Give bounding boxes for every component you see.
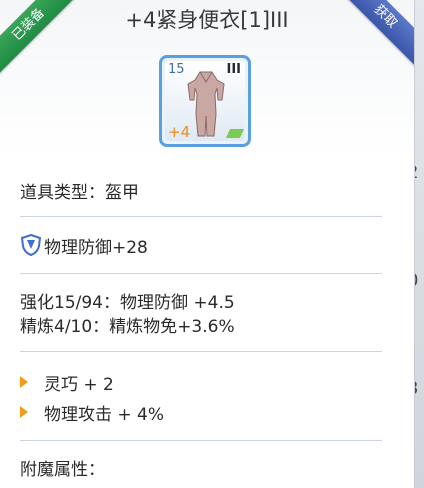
item-slots: III xyxy=(226,62,241,77)
bonus-text: 物理攻击 + 4% xyxy=(44,404,165,425)
item-header: 已装备 获取 +4紧身便衣[1]III 15 III +4 xyxy=(0,0,414,158)
defense-value: 物理防御+28 xyxy=(44,237,148,258)
item-title: +4紧身便衣[1]III xyxy=(125,8,289,32)
item-refine-level: +4 xyxy=(168,123,191,141)
enchant-label: 附魔属性： xyxy=(20,460,105,480)
divider xyxy=(20,440,382,441)
item-icon-slot[interactable]: 15 III +4 xyxy=(159,55,251,147)
bonus-item: 物理攻击 + 4% xyxy=(20,400,384,425)
enhance-section: 强化15/94：物理防御 +4.5 精炼4/10：精炼物免+3.6% xyxy=(20,288,384,337)
bullet-arrow-icon xyxy=(20,406,28,418)
shield-icon xyxy=(20,234,42,256)
item-detail-panel: 已装备 获取 +4紧身便衣[1]III 15 III +4 道具类型：盔甲 物理… xyxy=(0,0,415,488)
divider xyxy=(20,216,382,217)
bonus-item: 灵巧 + 2 xyxy=(20,370,384,395)
bullet-arrow-icon xyxy=(20,376,28,388)
enhance-line: 强化15/94：物理防御 +4.5 xyxy=(20,292,235,313)
bodysuit-icon xyxy=(187,71,225,137)
bonus-section: 灵巧 + 2 物理攻击 + 4% xyxy=(20,370,384,425)
item-type-line: 道具类型：盔甲 xyxy=(20,183,139,203)
refine-line: 精炼4/10：精炼物免+3.6% xyxy=(20,316,235,337)
defense-section: 物理防御+28 xyxy=(20,233,384,258)
divider xyxy=(20,351,382,352)
item-level: 15 xyxy=(168,62,185,77)
bonus-text: 灵巧 + 2 xyxy=(44,374,114,395)
divider xyxy=(20,273,382,274)
